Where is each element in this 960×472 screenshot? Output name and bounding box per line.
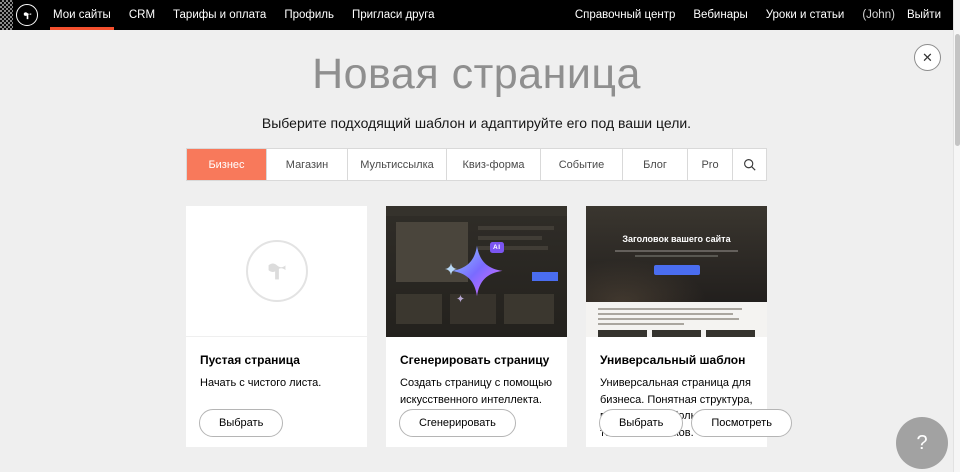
preview-thumb [706,330,755,337]
tab-multilink[interactable]: Мультиссылка [347,149,446,180]
close-button[interactable]: ✕ [914,44,941,71]
preview-thumb [652,330,701,337]
edge-pattern [0,0,13,30]
new-page-dialog: ✕ Новая страница Выберите подходящий шаб… [0,30,953,472]
ai-badge: AI [490,242,504,253]
search-icon [743,158,756,171]
scrollbar[interactable] [953,0,960,472]
close-icon: ✕ [922,51,933,64]
tab-shop[interactable]: Магазин [266,149,347,180]
search-tab[interactable] [732,149,766,180]
tilda-logo[interactable] [16,4,38,26]
tilda-mark-icon [21,9,34,22]
tiny-sparkle-icon [456,294,465,303]
nav-invite-friend[interactable]: Пригласи друга [343,0,444,30]
main-nav: Мои сайты CRM Тарифы и оплата Профиль Пр… [44,0,444,30]
card-body: Сгенерировать страницу Создать страницу … [386,337,567,408]
card-body: Пустая страница Начать с чистого листа. [186,337,367,392]
tab-event[interactable]: Событие [540,149,622,180]
logout-link[interactable]: Выйти [898,0,945,30]
preview-text-line [598,323,684,325]
nav-my-sites[interactable]: Мои сайты [44,0,120,30]
nav-profile[interactable]: Профиль [275,0,343,30]
topbar: Мои сайты CRM Тарифы и оплата Профиль Пр… [0,0,953,30]
template-grid: Пустая страница Начать с чистого листа. … [186,206,767,472]
scrollbar-thumb[interactable] [955,34,960,146]
card-actions: Выбрать [199,409,283,437]
preview-thumbnails [598,330,755,337]
page-subtitle: Выберите подходящий шаблон и адаптируйте… [0,115,953,131]
nav-lessons[interactable]: Уроки и статьи [757,0,854,30]
template-card-universal: Заголовок вашего сайта [586,206,767,447]
universal-template-preview[interactable]: Заголовок вашего сайта [586,206,767,337]
nav-tariffs[interactable]: Тарифы и оплата [164,0,275,30]
template-card-blank: Пустая страница Начать с чистого листа. … [186,206,367,447]
generate-button[interactable]: Сгенерировать [399,409,516,437]
tab-blog[interactable]: Блог [622,149,687,180]
card-description: Создать страницу с помощью искусственног… [400,375,553,408]
nav-webinars[interactable]: Вебинары [684,0,756,30]
preview-text-line [598,318,739,320]
preview-text-line [635,255,718,257]
template-card-ai: AI Сгенерировать страницу Создать страни… [386,206,567,447]
template-category-tabs: Бизнес Магазин Мультиссылка Квиз-форма С… [186,148,767,181]
preview-paragraph [586,302,767,325]
card-description: Начать с чистого листа. [200,375,353,392]
tab-quiz-form[interactable]: Квиз-форма [446,149,540,180]
card-actions: Выбрать Посмотреть [599,409,792,437]
help-icon: ? [916,432,927,454]
preview-text-line [615,250,738,252]
tab-business[interactable]: Бизнес [187,149,266,180]
tab-pro[interactable]: Pro [687,149,732,180]
page-title: Новая страница [0,50,953,99]
choose-universal-button[interactable]: Выбрать [599,409,683,437]
preview-hero: Заголовок вашего сайта [586,206,767,302]
card-title: Универсальный шаблон [600,353,753,367]
nav-help-center[interactable]: Справочный центр [566,0,685,30]
secondary-nav: Справочный центр Вебинары Уроки и статьи… [566,0,953,30]
choose-blank-button[interactable]: Выбрать [199,409,283,437]
preview-thumb [598,330,647,337]
tilda-mark-icon [246,240,308,302]
user-name[interactable]: (John) [853,9,898,21]
card-title: Сгенерировать страницу [400,353,553,367]
preview-universal-button[interactable]: Посмотреть [691,409,792,437]
blank-template-preview[interactable] [186,206,367,337]
preview-text-line [598,308,742,310]
nav-crm[interactable]: CRM [120,0,164,30]
card-title: Пустая страница [200,353,353,367]
ai-template-preview[interactable]: AI [386,206,567,337]
preview-site-heading: Заголовок вашего сайта [586,206,767,244]
preview-cta-button [654,265,700,275]
preview-text-line [598,313,733,315]
card-actions: Сгенерировать [399,409,516,437]
help-button[interactable]: ? [896,417,948,469]
small-sparkle-icon [444,262,458,276]
